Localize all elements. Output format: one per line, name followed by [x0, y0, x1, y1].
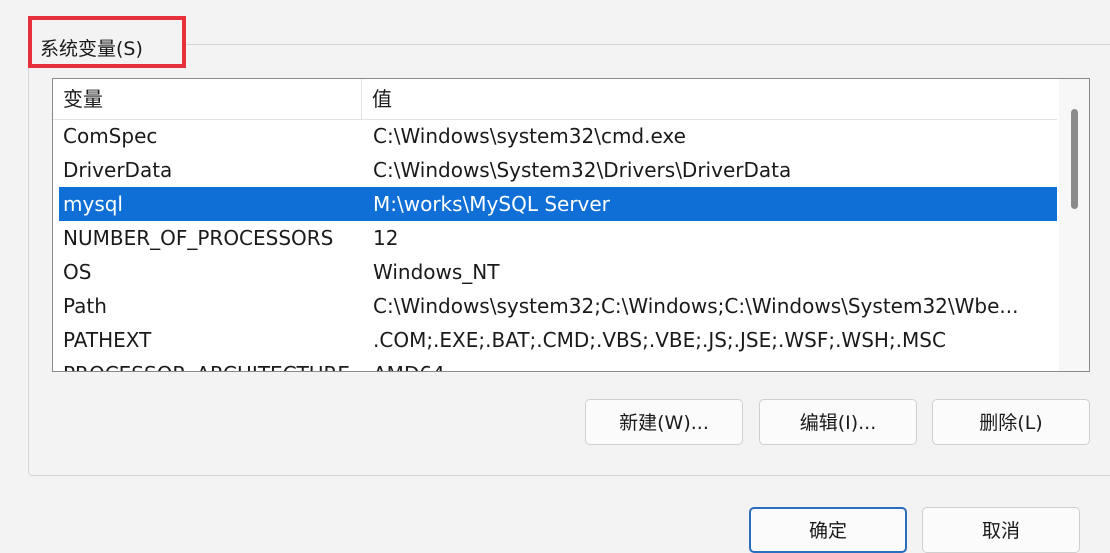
variable-name: OS	[63, 260, 92, 284]
list-header: 变量 值	[53, 79, 1057, 120]
top-strip	[0, 0, 1110, 8]
cancel-button[interactable]: 取消	[922, 507, 1080, 553]
vertical-scrollbar[interactable]	[1059, 79, 1089, 371]
variable-name: NUMBER_OF_PROCESSORS	[63, 226, 334, 250]
variable-value: Windows_NT	[373, 260, 500, 284]
table-row[interactable]: PATHEXT .COM;.EXE;.BAT;.CMD;.VBS;.VBE;.J…	[59, 323, 1057, 357]
table-row[interactable]: NUMBER_OF_PROCESSORS 12	[59, 221, 1057, 255]
column-header-variable[interactable]: 变量	[53, 79, 362, 119]
new-button[interactable]: 新建(W)...	[585, 399, 743, 445]
variable-name: DriverData	[63, 158, 173, 182]
variable-value: C:\Windows\system32;C:\Windows;C:\Window…	[373, 294, 1019, 318]
table-row[interactable]: ComSpec C:\Windows\system32\cmd.exe	[59, 119, 1057, 153]
edit-button[interactable]: 编辑(I)...	[759, 399, 917, 445]
variable-value: C:\Windows\System32\Drivers\DriverData	[373, 158, 792, 182]
table-row[interactable]: OS Windows_NT	[59, 255, 1057, 289]
ok-button[interactable]: 确定	[749, 507, 907, 553]
group-title: 系统变量(S)	[40, 34, 147, 61]
table-row-selected[interactable]: mysql M:\works\MySQL Server	[59, 187, 1057, 221]
variable-name: PROCESSOR_ARCHITECTURE	[63, 357, 350, 371]
delete-button[interactable]: 删除(L)	[932, 399, 1090, 445]
variable-value: M:\works\MySQL Server	[373, 192, 610, 216]
variable-name: mysql	[63, 192, 123, 216]
table-row[interactable]: DriverData C:\Windows\System32\Drivers\D…	[59, 153, 1057, 187]
variable-value: C:\Windows\system32\cmd.exe	[373, 124, 686, 148]
variable-name: Path	[63, 294, 107, 318]
table-row[interactable]: Path C:\Windows\system32;C:\Windows;C:\W…	[59, 289, 1057, 323]
scrollbar-thumb[interactable]	[1071, 109, 1078, 209]
variable-value: .COM;.EXE;.BAT;.CMD;.VBS;.VBE;.JS;.JSE;.…	[373, 328, 946, 352]
variable-value: 12	[373, 226, 399, 250]
variable-name: ComSpec	[63, 124, 158, 148]
variable-name: PATHEXT	[63, 328, 152, 352]
system-variables-list[interactable]: 变量 值 ComSpec C:\Windows\system32\cmd.exe…	[52, 78, 1090, 372]
column-header-value[interactable]: 值	[362, 79, 1062, 119]
variable-value: AMD64	[373, 357, 445, 371]
table-row[interactable]: PROCESSOR_ARCHITECTURE AMD64	[59, 357, 1057, 371]
